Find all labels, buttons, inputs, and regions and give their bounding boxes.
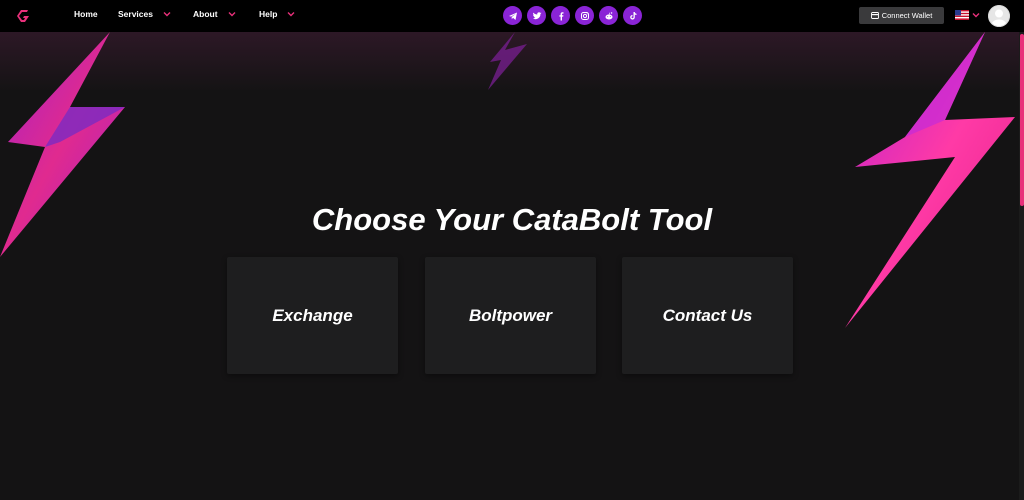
facebook-icon[interactable] [551, 6, 570, 25]
social-links [503, 6, 642, 25]
tiktok-icon[interactable] [623, 6, 642, 25]
chevron-down-icon [163, 12, 171, 17]
connect-wallet-label: Connect Wallet [881, 11, 933, 20]
reddit-icon[interactable] [599, 6, 618, 25]
scrollbar-thumb[interactable] [1020, 34, 1024, 206]
nav-item-label: About [193, 9, 218, 19]
tool-card-contact-us[interactable]: Contact Us [622, 257, 793, 374]
card-label: Contact Us [662, 305, 753, 325]
instagram-icon[interactable] [575, 6, 594, 25]
nav-item-label: Home [74, 9, 98, 19]
nav-item-help[interactable]: Help [259, 9, 295, 19]
card-label: Boltpower [468, 305, 553, 325]
nav-item-services[interactable]: Services [118, 9, 171, 19]
chevron-down-icon [287, 12, 295, 17]
top-navbar: Home Services About Help Connect Wallet [0, 0, 1024, 32]
right-lightning-bolt [845, 32, 1015, 328]
nav-item-label: Help [259, 9, 278, 19]
nav-item-home[interactable]: Home [74, 9, 98, 19]
tool-card-exchange[interactable]: Exchange [227, 257, 398, 374]
us-flag-icon [955, 10, 969, 20]
user-icon [988, 5, 1010, 27]
language-selector[interactable] [955, 10, 980, 20]
chevron-down-icon [228, 12, 236, 17]
page-title: Choose Your CataBolt Tool [311, 202, 713, 237]
card-label: Exchange [272, 305, 353, 325]
catabolt-logo-icon[interactable] [15, 8, 31, 24]
nav-item-about[interactable]: About [193, 9, 236, 19]
chevron-down-icon [972, 13, 980, 18]
connect-wallet-button[interactable]: Connect Wallet [859, 7, 944, 24]
wallet-icon [870, 12, 879, 19]
tool-card-boltpower[interactable]: Boltpower [425, 257, 596, 374]
avatar[interactable] [988, 5, 1010, 27]
nav-item-label: Services [118, 9, 153, 19]
top-lightning-bolt [488, 32, 527, 90]
telegram-icon[interactable] [503, 6, 522, 25]
twitter-icon[interactable] [527, 6, 546, 25]
